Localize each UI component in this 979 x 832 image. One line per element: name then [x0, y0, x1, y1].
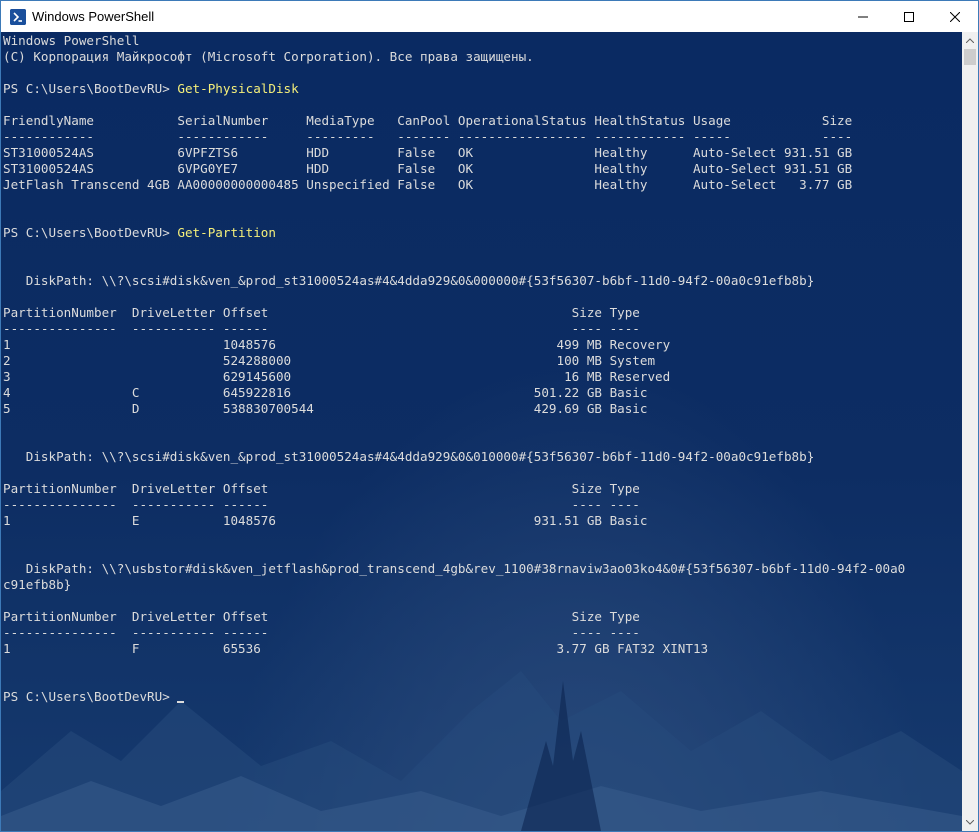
- console-line: 1 1048576 499 MB Recovery: [3, 337, 905, 353]
- console-line: 3 629145600 16 MB Reserved: [3, 369, 905, 385]
- maximize-icon: [904, 11, 914, 22]
- console-line: --------------- ----------- ------ ---- …: [3, 497, 905, 513]
- console-line: DiskPath: \\?\scsi#disk&ven_&prod_st3100…: [3, 273, 905, 289]
- console-text: PS C:\Users\BootDevRU>: [3, 225, 178, 240]
- console-text: 1 E 1048576 931.51 GB Basic: [3, 513, 648, 528]
- console-text: 1 1048576 499 MB Recovery: [3, 337, 671, 352]
- console-text: ST31000524AS 6VPG0YE7 HDD False OK Healt…: [3, 161, 853, 176]
- console-text: ------------ ------------ --------- ----…: [3, 129, 853, 144]
- console-text: 3 629145600 16 MB Reserved: [3, 369, 671, 384]
- console-line: PartitionNumber DriveLetter Offset Size …: [3, 609, 905, 625]
- title-bar[interactable]: Windows PowerShell: [1, 1, 978, 32]
- console-text: PartitionNumber DriveLetter Offset Size …: [3, 609, 640, 624]
- console-line: 1 E 1048576 931.51 GB Basic: [3, 513, 905, 529]
- console-line: ST31000524AS 6VPFZTS6 HDD False OK Healt…: [3, 145, 905, 161]
- powershell-icon: [10, 8, 26, 25]
- console-output: Windows PowerShell (C) Корпорация Майкрос…: [3, 33, 905, 705]
- console-line: PartitionNumber DriveLetter Offset Size …: [3, 305, 905, 321]
- console-line: FriendlyName SerialNumber MediaType CanP…: [3, 113, 905, 129]
- console-text: FriendlyName SerialNumber MediaType CanP…: [3, 113, 853, 128]
- arrow-down-icon: [966, 820, 974, 825]
- console-text: PS C:\Users\BootDevRU>: [3, 689, 178, 704]
- console-text: --------------- ----------- ------ ---- …: [3, 497, 640, 512]
- minimize-icon: [858, 16, 868, 17]
- command-text: Get-PhysicalDisk: [177, 81, 299, 96]
- console-line: 4 C 645922816 501.22 GB Basic: [3, 385, 905, 401]
- console-line: 1 F 65536 3.77 GB FAT32 XINT13: [3, 641, 905, 657]
- console-text: --------------- ----------- ------ ---- …: [3, 625, 640, 640]
- console-text: 2 524288000 100 MB System: [3, 353, 656, 368]
- minimize-button[interactable]: [840, 1, 886, 32]
- console-text: PartitionNumber DriveLetter Offset Size …: [3, 305, 640, 320]
- command-text: Get-Partition: [177, 225, 276, 240]
- console-line: ST31000524AS 6VPG0YE7 HDD False OK Healt…: [3, 161, 905, 177]
- text-cursor: [177, 701, 185, 703]
- console-text: (C) Корпорация Майкрософт (Microsoft Cor…: [3, 49, 534, 64]
- console-line: PS C:\Users\BootDevRU>: [3, 689, 905, 705]
- console-text: c91efb8b}: [3, 577, 72, 592]
- console-line: DiskPath: \\?\scsi#disk&ven_&prod_st3100…: [3, 449, 905, 465]
- console-text: DiskPath: \\?\scsi#disk&ven_&prod_st3100…: [3, 449, 815, 464]
- window-title: Windows PowerShell: [32, 9, 155, 24]
- console-text: DiskPath: \\?\usbstor#disk&ven_jetflash&…: [3, 561, 906, 576]
- scroll-up-button[interactable]: [962, 32, 978, 49]
- powershell-window: Windows PowerShell Windows PowerShell (C…: [0, 0, 979, 832]
- console-line: PS C:\Users\BootDevRU> Get-Partition: [3, 225, 905, 241]
- console-text: PartitionNumber DriveLetter Offset Size …: [3, 481, 640, 496]
- scroll-thumb[interactable]: [964, 49, 976, 65]
- console-line: PartitionNumber DriveLetter Offset Size …: [3, 481, 905, 497]
- console-line: ------------ ------------ --------- ----…: [3, 129, 905, 145]
- console-line: --------------- ----------- ------ ---- …: [3, 625, 905, 641]
- console-line: c91efb8b}: [3, 577, 905, 593]
- console-text: ST31000524AS 6VPFZTS6 HDD False OK Healt…: [3, 145, 853, 160]
- console-text: Windows PowerShell: [3, 33, 140, 48]
- console-line: --------------- ----------- ------ ---- …: [3, 321, 905, 337]
- close-icon: [950, 11, 960, 22]
- close-button[interactable]: [932, 1, 978, 32]
- console-line: DiskPath: \\?\usbstor#disk&ven_jetflash&…: [3, 561, 906, 577]
- console-text: 5 D 538830700544 429.69 GB Basic: [3, 401, 648, 416]
- console-line: 2 524288000 100 MB System: [3, 353, 905, 369]
- console-line: PS C:\Users\BootDevRU> Get-PhysicalDisk: [3, 81, 905, 97]
- console-text: PS C:\Users\BootDevRU>: [3, 81, 178, 96]
- console-text: DiskPath: \\?\scsi#disk&ven_&prod_st3100…: [3, 273, 815, 288]
- console-line: Windows PowerShell: [3, 33, 905, 49]
- maximize-button[interactable]: [886, 1, 932, 32]
- console-line: JetFlash Transcend 4GB AA00000000000485 …: [3, 177, 905, 193]
- console-text: JetFlash Transcend 4GB AA00000000000485 …: [3, 177, 853, 192]
- arrow-up-icon: [966, 38, 974, 43]
- console-text: 1 F 65536 3.77 GB FAT32 XINT13: [3, 641, 709, 656]
- console-line: 5 D 538830700544 429.69 GB Basic: [3, 401, 905, 417]
- console-text: 4 C 645922816 501.22 GB Basic: [3, 385, 648, 400]
- console-text: --------------- ----------- ------ ---- …: [3, 321, 640, 336]
- console-line: (C) Корпорация Майкрософт (Microsoft Cor…: [3, 49, 905, 65]
- console-area[interactable]: Windows PowerShell (C) Корпорация Майкрос…: [1, 32, 962, 831]
- scroll-down-button[interactable]: [962, 814, 978, 831]
- vertical-scrollbar[interactable]: [962, 32, 978, 831]
- window-controls: [840, 1, 978, 32]
